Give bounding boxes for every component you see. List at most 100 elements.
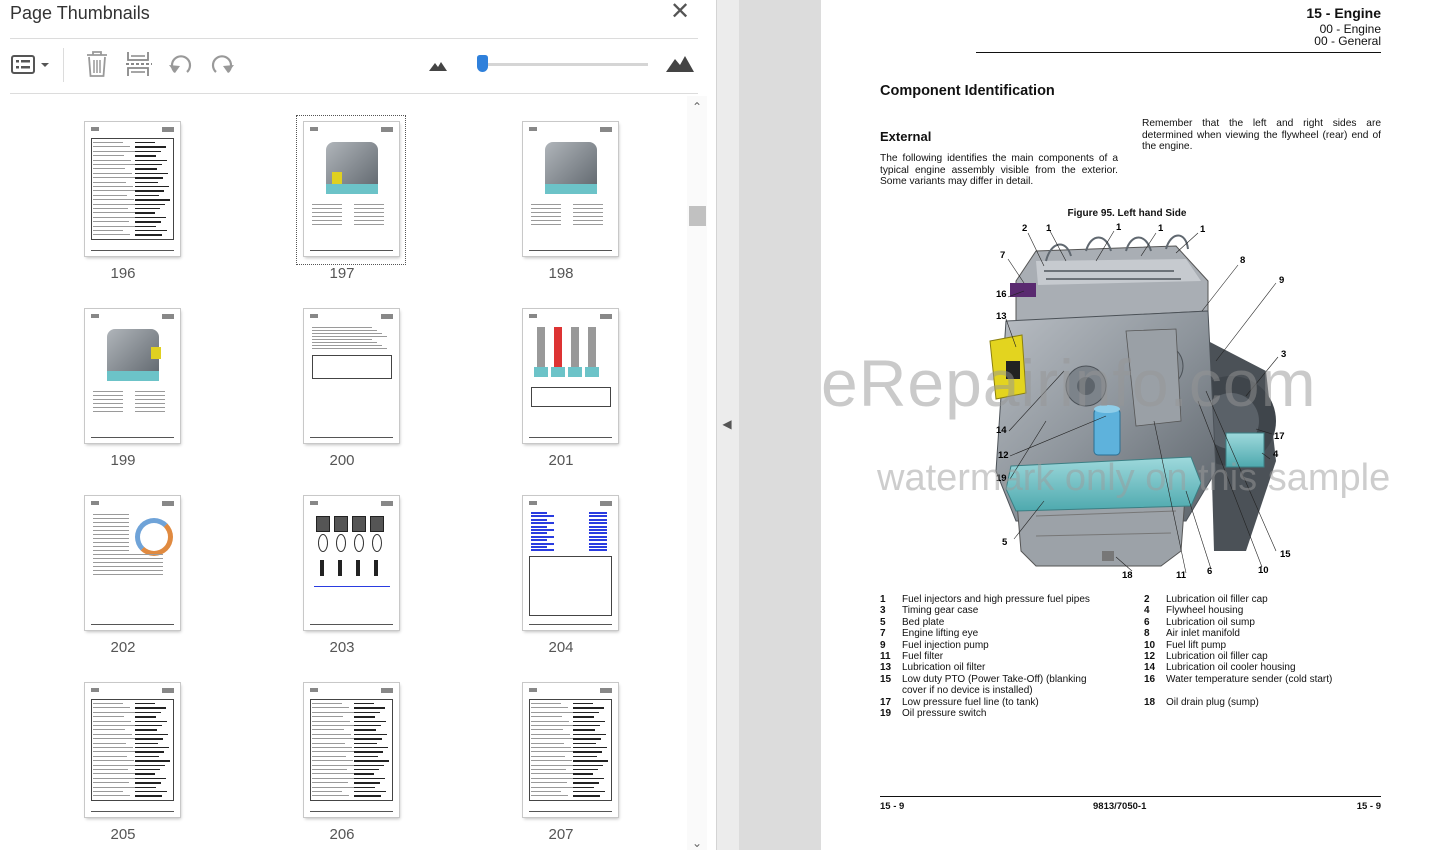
legend-text: Oil drain plug (sump) bbox=[1166, 696, 1259, 708]
legend-text: Oil pressure switch bbox=[902, 708, 987, 719]
page-thumbnails-panel: Page Thumbnails ✕ 196 197 198 199 200 20… bbox=[0, 0, 717, 850]
legend-text: cover if no device is installed) bbox=[902, 685, 1033, 697]
page-thumbnail[interactable]: 207 bbox=[461, 657, 661, 843]
page-thumbnail-image bbox=[523, 309, 618, 443]
zoom-out-thumbnails-button[interactable] bbox=[428, 57, 448, 73]
page-number-label: 202 bbox=[110, 639, 136, 656]
page-number-label: 206 bbox=[329, 826, 355, 843]
extract-pages-button[interactable] bbox=[125, 50, 153, 78]
collapse-panel-arrow-icon[interactable]: ◀ bbox=[719, 413, 735, 435]
small-mountain-icon bbox=[429, 62, 447, 71]
page-thumbnail-image bbox=[85, 683, 180, 817]
header-rule bbox=[976, 52, 1381, 53]
rotate-clockwise-button[interactable] bbox=[208, 52, 236, 78]
callout-9: 9 bbox=[1279, 275, 1284, 286]
page-thumbnail[interactable]: 197 bbox=[242, 96, 442, 282]
page-thumbnail[interactable]: 206 bbox=[242, 657, 442, 843]
page-thumbnail[interactable]: 203 bbox=[242, 470, 442, 656]
legend-number: 11 bbox=[880, 651, 891, 662]
legend-number: 9 bbox=[880, 639, 886, 651]
callout-15: 15 bbox=[1280, 549, 1291, 560]
document-page: 15 - Engine 00 - Engine 00 - General Com… bbox=[821, 0, 1433, 850]
page-thumbnail[interactable]: 200 bbox=[242, 283, 442, 469]
legend-number: 17 bbox=[880, 696, 892, 708]
page-thumbnail[interactable]: 202 bbox=[23, 470, 223, 656]
legend-text: Flywheel housing bbox=[1166, 605, 1244, 617]
toolbar-separator bbox=[63, 48, 64, 82]
chapter-heading: 15 - Engine bbox=[1306, 5, 1381, 21]
divider bbox=[10, 93, 698, 94]
legend-number: 18 bbox=[1144, 696, 1156, 708]
page-thumbnail-image bbox=[85, 496, 180, 630]
legend-number: 16 bbox=[1144, 673, 1156, 685]
legend-text: Fuel injection pump bbox=[902, 639, 989, 651]
delete-pages-button[interactable] bbox=[84, 50, 110, 78]
section-title: External bbox=[880, 129, 932, 144]
page-thumbnail[interactable]: 196 bbox=[23, 96, 223, 282]
footer-rule bbox=[880, 796, 1381, 797]
thumbnail-size-slider-handle[interactable] bbox=[477, 55, 489, 72]
footer-page-right: 15 - 9 bbox=[1356, 801, 1381, 812]
legend-number: 15 bbox=[880, 673, 892, 685]
page-thumbnail-image bbox=[523, 683, 618, 817]
scroll-up-arrow-icon[interactable]: ⌃ bbox=[687, 100, 707, 116]
footer-document-number: 9813/7050-1 bbox=[1093, 801, 1147, 812]
page-thumbnail-image bbox=[523, 496, 618, 630]
page-number-label: 196 bbox=[110, 265, 136, 282]
callout-16: 16 bbox=[996, 289, 1007, 300]
close-panel-button[interactable]: ✕ bbox=[668, 0, 692, 26]
legend-number: 12 bbox=[1144, 651, 1156, 662]
note-paragraph: Remember that the left and right sides a… bbox=[1142, 118, 1381, 153]
page-thumbnail-image bbox=[304, 683, 399, 817]
legend-text: Low pressure fuel line (to tank) bbox=[902, 696, 1039, 708]
page-number-label: 205 bbox=[110, 826, 136, 843]
intro-paragraph: The following identifies the main compon… bbox=[880, 153, 1118, 188]
legend-number: 10 bbox=[1144, 639, 1156, 651]
callout-1: 1 bbox=[1046, 223, 1052, 234]
legend-text: Water temperature sender (cold start) bbox=[1166, 673, 1333, 685]
panel-title: Page Thumbnails bbox=[10, 3, 150, 23]
page-thumbnail[interactable]: 205 bbox=[23, 657, 223, 843]
legend-text: Air inlet manifold bbox=[1166, 628, 1240, 640]
options-menu-button[interactable] bbox=[10, 53, 52, 77]
scrollbar-thumb[interactable] bbox=[689, 206, 706, 226]
page-split-icon bbox=[126, 52, 152, 76]
callout-5: 5 bbox=[1002, 537, 1008, 548]
legend-number: 14 bbox=[1144, 662, 1156, 674]
legend-text: Fuel lift pump bbox=[1166, 639, 1227, 651]
page-number-label: 201 bbox=[548, 452, 574, 469]
zoom-in-thumbnails-button[interactable] bbox=[665, 53, 695, 75]
page-thumbnail-image bbox=[304, 309, 399, 443]
callout-6: 6 bbox=[1207, 566, 1212, 577]
callout-10: 10 bbox=[1258, 565, 1269, 576]
legend-text: Fuel injectors and high pressure fuel pi… bbox=[902, 594, 1090, 605]
callout-1: 1 bbox=[1116, 222, 1122, 233]
rotate-counterclockwise-button[interactable] bbox=[167, 52, 195, 78]
legend-text: Lubrication oil filter bbox=[902, 662, 986, 674]
page-number-label: 200 bbox=[329, 452, 355, 469]
page-thumbnail[interactable]: 199 bbox=[23, 283, 223, 469]
legend-number: 7 bbox=[880, 628, 886, 640]
thumbnail-size-slider-track[interactable] bbox=[478, 63, 648, 66]
page-title: Component Identification bbox=[880, 83, 1055, 99]
subsection-heading: 00 - General bbox=[1314, 34, 1381, 48]
legend-text: Engine lifting eye bbox=[902, 628, 979, 640]
page-thumbnail[interactable]: 198 bbox=[461, 96, 661, 282]
legend-number: 5 bbox=[880, 616, 886, 628]
page-thumbnail[interactable]: 201 bbox=[461, 283, 661, 469]
footer-page-left: 15 - 9 bbox=[880, 801, 905, 812]
legend-number: 8 bbox=[1144, 628, 1150, 640]
legend-text: Lubrication oil sump bbox=[1166, 616, 1255, 628]
legend-number: 2 bbox=[1144, 594, 1150, 605]
legend-number: 3 bbox=[880, 605, 886, 617]
legend-text: Lubrication oil filler cap bbox=[1166, 651, 1268, 662]
trash-icon bbox=[87, 51, 107, 77]
page-thumbnail[interactable]: 204 bbox=[461, 470, 661, 656]
callout-1: 1 bbox=[1158, 223, 1164, 234]
legend-text: Low duty PTO (Power Take-Off) (blanking bbox=[902, 673, 1087, 685]
page-number-label: 203 bbox=[329, 639, 355, 656]
page-number-label: 207 bbox=[548, 826, 574, 843]
page-number-label: 204 bbox=[548, 639, 574, 656]
callout-11: 11 bbox=[1176, 570, 1187, 581]
scroll-down-arrow-icon[interactable]: ⌄ bbox=[687, 836, 707, 850]
